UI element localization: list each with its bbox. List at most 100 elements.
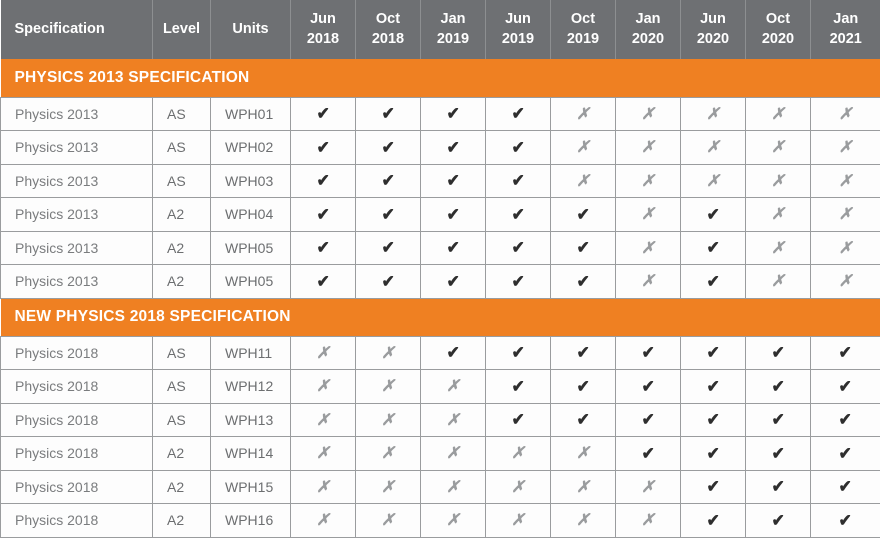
check-icon: ✔: [511, 343, 525, 363]
cell-availability: ✗: [420, 369, 486, 404]
cell-availability: ✔: [810, 335, 880, 370]
cell-availability: ✗: [745, 197, 811, 232]
cell-availability: ✔: [615, 335, 681, 370]
check-icon: ✔: [511, 238, 525, 258]
check-icon: ✔: [706, 477, 720, 497]
cross-icon: ✗: [641, 105, 655, 123]
column-header-year: 2020: [631, 30, 665, 47]
column-header-month: Jan: [833, 11, 859, 28]
cross-icon: ✗: [771, 206, 785, 224]
check-icon: ✔: [838, 376, 853, 396]
check-icon: ✔: [446, 238, 460, 258]
cell-availability: ✔: [745, 335, 811, 370]
specification-availability-table: Specification Level Units Jun 2018 Oct 2018 Jan…: [0, 0, 880, 538]
cell-unit: WPH04: [210, 197, 291, 232]
column-header-specification: Specification: [0, 0, 153, 59]
check-icon: ✔: [511, 137, 525, 157]
check-icon: ✔: [641, 343, 655, 363]
cell-level: AS: [152, 96, 211, 131]
cross-icon: ✗: [641, 206, 655, 224]
cell-availability: ✔: [550, 264, 616, 299]
cross-icon: ✗: [511, 512, 525, 530]
cell-availability: ✗: [290, 403, 356, 437]
cell-availability: ✗: [680, 96, 746, 131]
column-header-jan-2019: Jan 2019: [420, 0, 486, 59]
cross-icon: ✗: [771, 139, 785, 157]
cell-specification: Physics 2018: [0, 470, 153, 504]
cell-availability: ✗: [745, 231, 811, 265]
check-icon: ✔: [838, 343, 853, 363]
cell-unit: WPH03: [210, 164, 291, 198]
cell-availability: ✔: [810, 369, 880, 404]
column-header-year: 2019: [566, 30, 600, 47]
cross-icon: ✗: [771, 239, 785, 257]
cross-icon: ✗: [511, 445, 525, 463]
cell-availability: ✔: [420, 164, 486, 198]
cell-availability: ✔: [485, 130, 551, 165]
check-icon: ✔: [381, 104, 395, 124]
column-header-month: Jan: [635, 11, 661, 28]
column-header-jan-2020: Jan 2020: [615, 0, 681, 59]
table-row: Physics 2018 A2 WPH15 ✗ ✗ ✗ ✗ ✗ ✗ ✔ ✔ ✔: [0, 470, 880, 504]
table-row: Physics 2013 AS WPH03 ✔ ✔ ✔ ✔ ✗ ✗ ✗ ✗ ✗: [0, 164, 880, 198]
cell-specification: Physics 2018: [0, 503, 153, 538]
column-header-jun-2020: Jun 2020: [680, 0, 746, 59]
cell-availability: ✔: [550, 231, 616, 265]
check-icon: ✔: [641, 443, 655, 463]
cross-icon: ✗: [771, 273, 785, 291]
cell-unit: WPH05: [210, 231, 291, 265]
cell-availability: ✔: [485, 164, 551, 198]
cross-icon: ✗: [838, 105, 853, 123]
table-row: Physics 2013 A2 WPH05 ✔ ✔ ✔ ✔ ✔ ✗ ✔ ✗ ✗: [0, 264, 880, 299]
table-body: PHYSICS 2013 SPECIFICATION Physics 2013 AS…: [0, 59, 880, 538]
cell-availability: ✔: [550, 197, 616, 232]
section-title: PHYSICS 2013 SPECIFICATION: [0, 59, 880, 97]
table-row: Physics 2018 A2 WPH16 ✗ ✗ ✗ ✗ ✗ ✗ ✔ ✔ ✔: [0, 503, 880, 538]
cell-availability: ✔: [615, 403, 681, 437]
column-header-jun-2019: Jun 2019: [485, 0, 551, 59]
cell-availability: ✗: [615, 197, 681, 232]
cross-icon: ✗: [641, 172, 655, 190]
cell-availability: ✔: [290, 164, 356, 198]
cell-availability: ✔: [680, 231, 746, 265]
cell-availability: ✔: [420, 264, 486, 299]
table-row: Physics 2018 AS WPH13 ✗ ✗ ✗ ✔ ✔ ✔ ✔ ✔ ✔: [0, 403, 880, 437]
cross-icon: ✗: [771, 105, 785, 123]
cell-availability: ✔: [680, 369, 746, 404]
cell-specification: Physics 2018: [0, 369, 153, 404]
cell-availability: ✔: [745, 436, 811, 471]
header-row: Specification Level Units Jun 2018 Oct 2018 Jan…: [0, 0, 880, 59]
cell-availability: ✗: [615, 264, 681, 299]
cross-icon: ✗: [641, 478, 655, 496]
cell-availability: ✗: [810, 130, 880, 165]
cell-availability: ✔: [615, 369, 681, 404]
table-row: Physics 2018 A2 WPH14 ✗ ✗ ✗ ✗ ✗ ✔ ✔ ✔ ✔: [0, 436, 880, 471]
column-header-month: Oct: [570, 11, 596, 28]
cell-availability: ✔: [290, 130, 356, 165]
table-row: Physics 2013 A2 WPH04 ✔ ✔ ✔ ✔ ✔ ✗ ✔ ✗ ✗: [0, 197, 880, 232]
cell-availability: ✗: [290, 470, 356, 504]
cell-availability: ✔: [745, 403, 811, 437]
check-icon: ✔: [706, 271, 720, 291]
cell-availability: ✔: [485, 231, 551, 265]
check-icon: ✔: [446, 343, 460, 363]
column-header-month: Jun: [505, 11, 531, 28]
column-header-month: Jun: [310, 11, 336, 28]
cell-availability: ✔: [355, 130, 421, 165]
check-icon: ✔: [511, 410, 525, 430]
cell-availability: ✔: [680, 264, 746, 299]
cell-level: AS: [152, 164, 211, 198]
cross-icon: ✗: [838, 172, 853, 190]
cell-availability: ✗: [355, 369, 421, 404]
cross-icon: ✗: [381, 411, 395, 429]
cell-availability: ✗: [355, 503, 421, 538]
cell-level: AS: [152, 369, 211, 404]
check-icon: ✔: [838, 410, 853, 430]
column-header-year: 2018: [371, 30, 405, 47]
cell-specification: Physics 2013: [0, 197, 153, 232]
cell-level: AS: [152, 335, 211, 370]
cell-availability: ✔: [745, 470, 811, 504]
cell-availability: ✗: [420, 503, 486, 538]
cell-availability: ✗: [615, 96, 681, 131]
cell-level: A2: [152, 197, 211, 232]
